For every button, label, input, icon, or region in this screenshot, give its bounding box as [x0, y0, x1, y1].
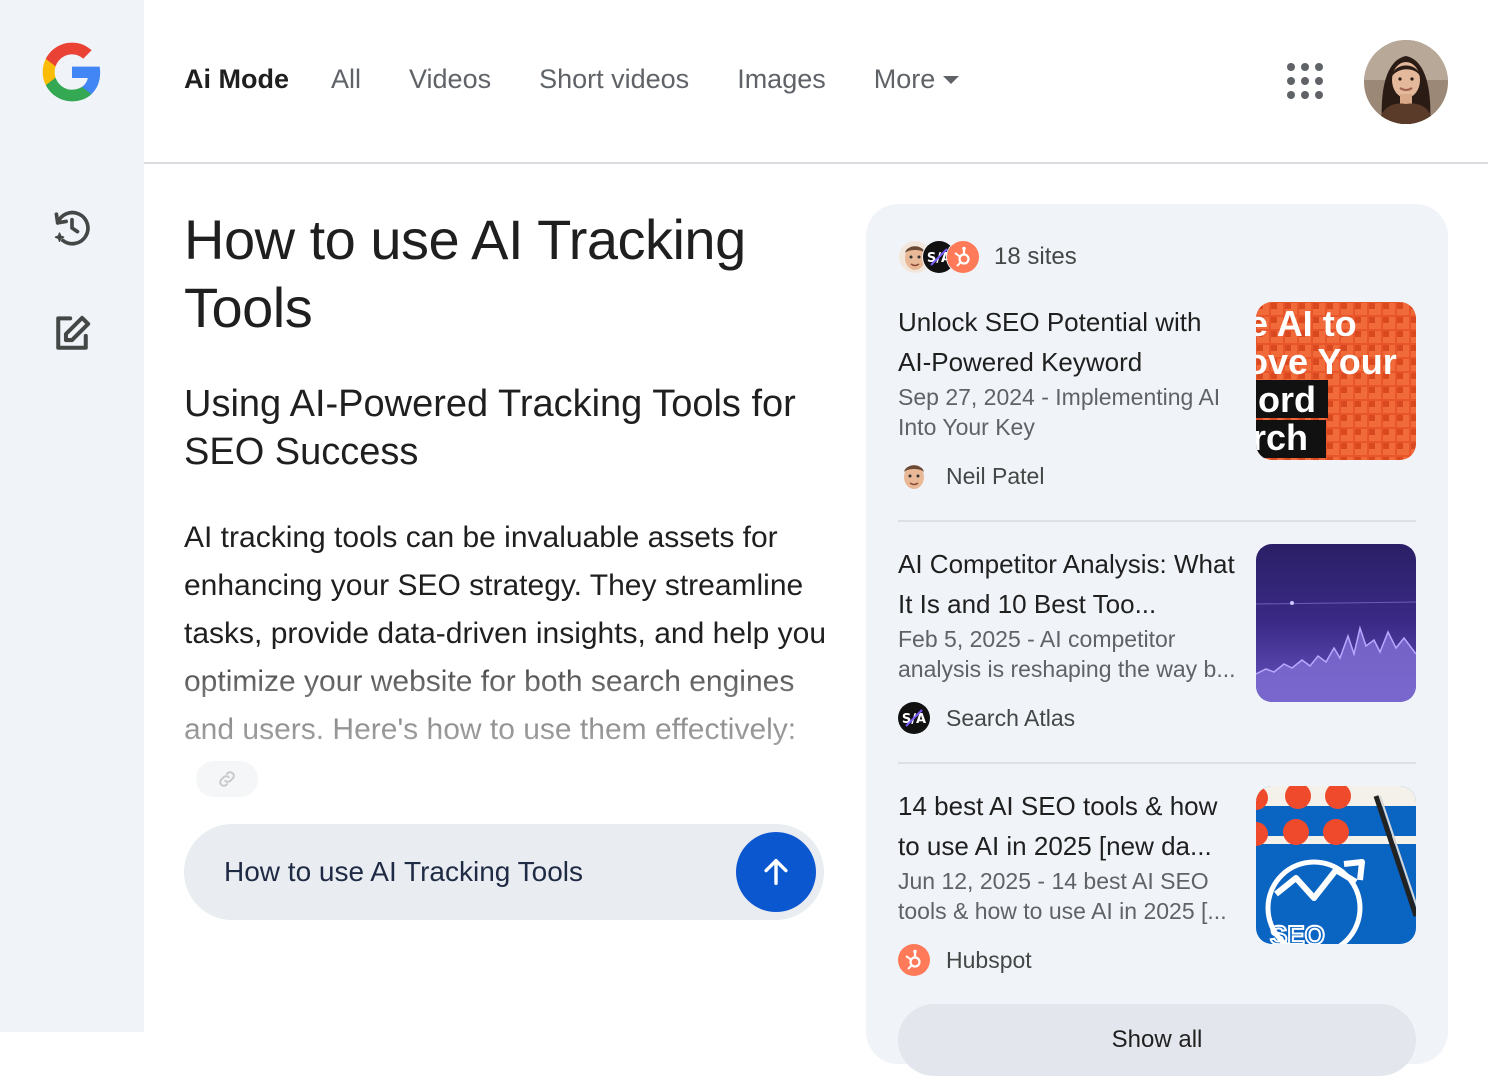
card-divider — [898, 520, 1416, 522]
source-card-title: AI Competitor Analysis: What It Is and 1… — [898, 549, 1235, 619]
source-card-site: Hubspot — [898, 944, 1032, 976]
answer-paragraph: AI tracking tools can be invaluable asse… — [184, 514, 829, 802]
sources-count: 18 sites — [994, 243, 1077, 270]
source-site-name: Hubspot — [946, 946, 1032, 973]
source-thumbnail: SEO — [1256, 786, 1416, 944]
tab-ai-mode[interactable]: Ai Mode — [184, 60, 289, 98]
tab-all[interactable]: All — [331, 60, 361, 98]
apps-grid-icon[interactable] — [1286, 62, 1324, 100]
thumb-text-line-4: rch — [1256, 417, 1308, 458]
show-all-button[interactable]: Show all — [898, 1004, 1416, 1076]
thumb-text-line-1: e AI to — [1256, 303, 1357, 344]
source-thumbnail: e AI to ove Your ord rch — [1256, 302, 1416, 460]
answer-paragraph-text: AI tracking tools can be invaluable asse… — [184, 521, 827, 746]
source-card-title: Unlock SEO Potential with AI-Powered Key… — [898, 307, 1202, 377]
source-site-name: Neil Patel — [946, 462, 1045, 489]
tab-more-label: More — [873, 64, 936, 94]
hubspot-favicon — [898, 944, 930, 976]
send-button[interactable] — [736, 832, 816, 912]
history-icon — [54, 210, 90, 246]
thumb-seo-text: SEO — [1270, 920, 1325, 944]
tab-images[interactable]: Images — [737, 60, 826, 98]
user-avatar[interactable] — [1364, 40, 1448, 124]
neil-patel-favicon — [898, 460, 930, 492]
source-card-site: Neil Patel — [898, 460, 1044, 492]
ask-input-box[interactable]: How to use AI Tracking Tools — [184, 824, 824, 920]
caret-down-icon — [943, 76, 960, 84]
answer-title: How to use AI Tracking Tools — [184, 208, 746, 339]
source-card-title: 14 best AI SEO tools & how to use AI in … — [898, 791, 1218, 861]
source-card-snippet: Sep 27, 2024 - Implementing AI Into Your… — [898, 384, 1221, 440]
history-button[interactable] — [48, 204, 96, 252]
thumb-text-line-2: ove Your — [1256, 341, 1397, 382]
arrow-up-icon — [764, 858, 788, 886]
hubspot-favicon — [946, 240, 980, 274]
sources-header[interactable]: S/A 18 sites — [898, 240, 1077, 274]
tab-videos[interactable]: Videos — [409, 60, 491, 98]
ask-input-text[interactable]: How to use AI Tracking Tools — [224, 856, 583, 888]
source-card[interactable]: AI Competitor Analysis: What It Is and 1… — [898, 544, 1416, 754]
search-tabs: Ai Mode All Videos Short videos Images M… — [184, 60, 1007, 98]
link-icon — [219, 771, 235, 787]
google-g-icon[interactable] — [40, 40, 104, 104]
new-chat-icon — [56, 315, 91, 350]
search-atlas-favicon: S/A — [898, 702, 930, 734]
svg-text:S/A: S/A — [902, 712, 926, 727]
tab-more[interactable]: More — [874, 60, 960, 98]
card-divider — [898, 762, 1416, 764]
side-rail — [0, 0, 144, 1032]
source-site-name: Search Atlas — [946, 704, 1076, 731]
sources-panel: S/A 18 sites Unlock SEO Potential with A… — [866, 204, 1448, 1076]
top-bar: Ai Mode All Videos Short videos Images M… — [144, 0, 1488, 164]
ai-answer: How to use AI Tracking Tools Using AI-Po… — [184, 200, 834, 802]
new-chat-button[interactable] — [48, 310, 96, 358]
tab-short-videos[interactable]: Short videos — [539, 60, 689, 98]
source-thumbnail — [1256, 544, 1416, 702]
source-card-site: S/A Search Atlas — [898, 702, 1075, 734]
answer-subtitle: Using AI-Powered Tracking Tools for SEO … — [184, 383, 796, 473]
thumb-text-line-3: ord — [1258, 379, 1316, 420]
source-card[interactable]: Unlock SEO Potential with AI-Powered Key… — [898, 302, 1416, 512]
source-card-snippet: Jun 12, 2025 - 14 best AI SEO tools & ho… — [898, 868, 1227, 924]
source-card-snippet: Feb 5, 2025 - AI competitor analysis is … — [898, 626, 1236, 682]
source-favicons: S/A — [898, 240, 980, 274]
source-card[interactable]: 14 best AI SEO tools & how to use AI in … — [898, 786, 1416, 996]
source-link-chip[interactable] — [196, 761, 258, 798]
